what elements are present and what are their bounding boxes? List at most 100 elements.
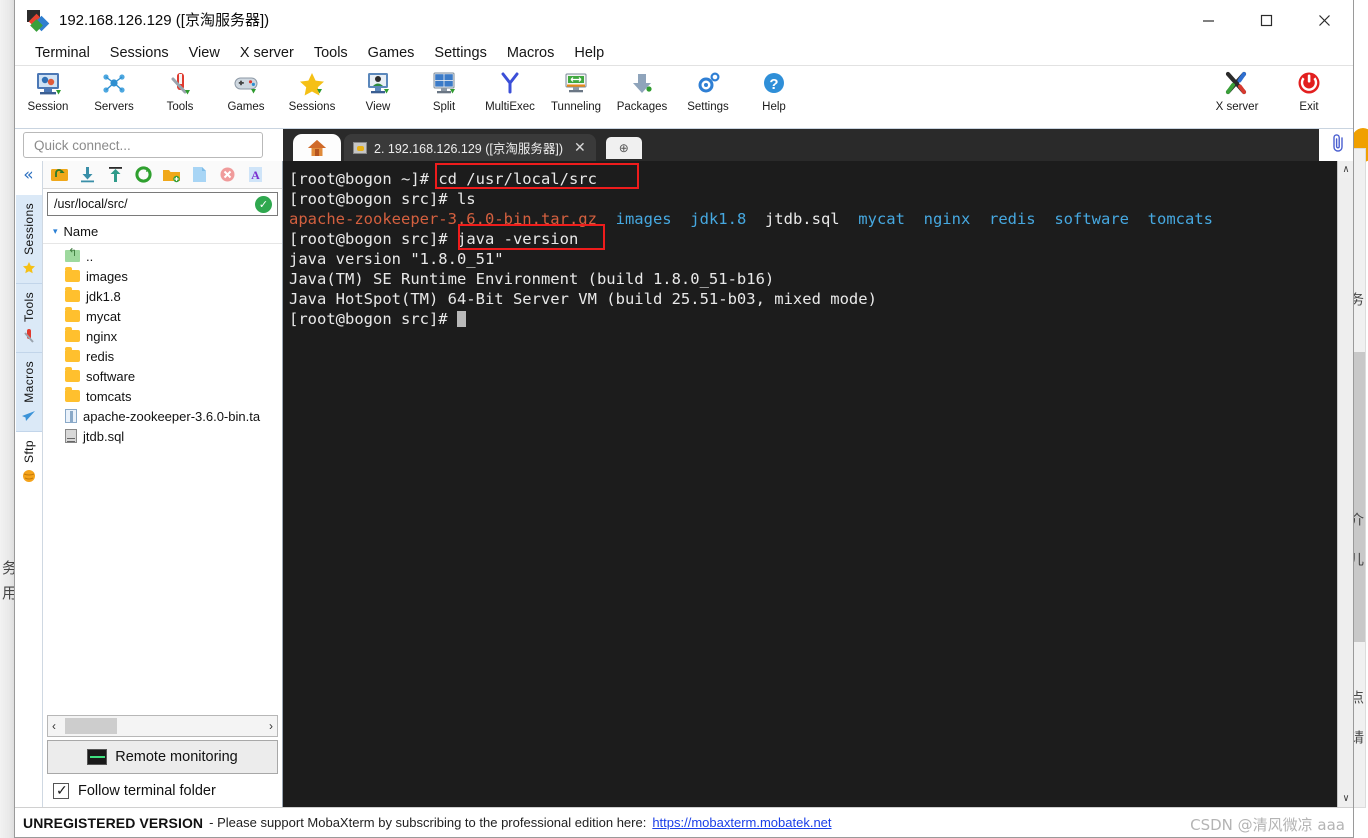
toolbar-multiexec[interactable]: MultiExec	[477, 69, 543, 127]
list-item[interactable]: jdk1.8	[43, 286, 282, 306]
vertical-tab-macros[interactable]: Macros	[15, 352, 42, 432]
globe-icon	[22, 469, 36, 485]
list-item[interactable]: tomcats	[43, 386, 282, 406]
follow-terminal-folder-checkbox[interactable]	[53, 782, 69, 799]
close-button[interactable]	[1295, 0, 1353, 40]
list-item[interactable]: apache-zookeeper-3.6.0-bin.ta	[43, 406, 282, 426]
refresh-icon[interactable]	[130, 163, 156, 187]
list-item[interactable]: mycat	[43, 306, 282, 326]
split-icon	[427, 69, 461, 99]
new-file-icon[interactable]	[186, 163, 212, 187]
menu-games[interactable]: Games	[358, 42, 425, 64]
menu-settings[interactable]: Settings	[424, 42, 496, 64]
list-item[interactable]: software	[43, 366, 282, 386]
menu-sessions[interactable]: Sessions	[100, 42, 179, 64]
remote-monitoring-label: Remote monitoring	[115, 749, 238, 765]
toolbar-settings[interactable]: Settings	[675, 69, 741, 127]
vertical-tab-macros-label: Macros	[21, 360, 36, 403]
archive-file-icon	[65, 409, 77, 423]
star-icon	[22, 261, 36, 277]
unregistered-badge: UNREGISTERED VERSION	[23, 814, 204, 831]
terminal-gap	[970, 210, 989, 228]
folder-icon	[65, 287, 80, 302]
toolbar: Session Servers Tools Games Sessions Vie…	[15, 66, 1353, 129]
toolbar-exit[interactable]: Exit	[1273, 69, 1345, 127]
follow-terminal-folder-label: Follow terminal folder	[78, 783, 216, 799]
home-tab[interactable]	[293, 134, 341, 161]
terminal-gap	[746, 210, 765, 228]
delete-icon[interactable]	[214, 163, 240, 187]
list-item[interactable]: jtdb.sql	[43, 426, 282, 446]
chevron-double-left-icon[interactable]: «	[23, 165, 33, 185]
scroll-left-icon[interactable]: ‹	[52, 719, 56, 733]
toolbar-games[interactable]: Games	[213, 69, 279, 127]
vertical-tab-tools[interactable]: Tools	[15, 283, 42, 353]
toolbar-tunneling[interactable]: Tunneling	[543, 69, 609, 127]
menu-terminal[interactable]: Terminal	[25, 42, 100, 64]
scroll-right-icon[interactable]: ›	[269, 719, 273, 733]
terminal-scrollbar[interactable]: ∧ ∨	[1337, 161, 1353, 807]
file-list-horizontal-scrollbar[interactable]: ‹ ›	[47, 715, 278, 737]
minimize-button[interactable]	[1179, 0, 1237, 40]
scroll-down-icon[interactable]: ∨	[1338, 790, 1353, 807]
terminal-dirname: redis	[988, 210, 1036, 228]
scroll-thumb[interactable]	[65, 718, 117, 734]
toolbar-sessions[interactable]: Sessions	[279, 69, 345, 127]
terminal-tab[interactable]: 2. 192.168.126.129 ([京淘服务器]) ✕	[344, 134, 596, 161]
terminal-line: Java(TM) SE Runtime Environment (build 1…	[289, 269, 1353, 289]
toolbar-session[interactable]: Session	[15, 69, 81, 127]
terminal-prompt: [root@bogon src]#	[289, 230, 457, 248]
quick-connect-input[interactable]: Quick connect...	[23, 132, 263, 158]
menu-macros[interactable]: Macros	[497, 42, 565, 64]
vertical-tab-sessions[interactable]: Sessions	[15, 195, 42, 284]
download-icon[interactable]	[74, 163, 100, 187]
list-item[interactable]: images	[43, 266, 282, 286]
new-tab-button[interactable]: ⊕	[605, 137, 642, 159]
go-up-icon[interactable]	[46, 163, 72, 187]
upload-icon[interactable]	[102, 163, 128, 187]
power-icon	[1292, 69, 1326, 99]
follow-terminal-folder-row[interactable]: Follow terminal folder	[43, 777, 282, 807]
maximize-button[interactable]	[1237, 0, 1295, 40]
menu-view[interactable]: View	[179, 42, 230, 64]
view-icon	[361, 69, 395, 99]
toolbar-packages[interactable]: Packages	[609, 69, 675, 127]
svg-text:A: A	[251, 168, 260, 182]
mobatek-link[interactable]: https://mobaxterm.mobatek.net	[652, 815, 831, 830]
window-controls	[1179, 0, 1353, 40]
terminal-output[interactable]: [root@bogon ~]# cd /usr/local/src [root@…	[283, 161, 1353, 807]
remote-monitoring-button[interactable]: Remote monitoring	[47, 740, 278, 774]
terminal-line: [root@bogon src]# ls	[289, 189, 1353, 209]
list-item[interactable]: ..	[43, 246, 282, 266]
column-header-name[interactable]: Name	[64, 224, 99, 239]
text-mode-icon[interactable]: A	[242, 163, 268, 187]
menu-help[interactable]: Help	[564, 42, 614, 64]
terminal-dirname: tomcats	[1147, 210, 1213, 228]
menu-x-server[interactable]: X server	[230, 42, 304, 64]
list-item[interactable]: redis	[43, 346, 282, 366]
tab-close-icon[interactable]: ✕	[574, 139, 586, 156]
toolbar-help[interactable]: ? Help	[741, 69, 807, 127]
menu-bar: Terminal Sessions View X server Tools Ga…	[15, 40, 1353, 66]
toolbar-split[interactable]: Split	[411, 69, 477, 127]
sftp-path-field[interactable]: /usr/local/src/ ✓	[47, 192, 278, 216]
toolbar-x-server[interactable]: X server	[1201, 69, 1273, 127]
terminal-gap	[1036, 210, 1055, 228]
file-list[interactable]: .. images jdk1.8 mycat nginx	[43, 244, 282, 713]
file-name: mycat	[86, 308, 121, 324]
key-icon	[353, 141, 367, 154]
new-folder-icon[interactable]	[158, 163, 184, 187]
connection-ok-icon: ✓	[255, 196, 272, 213]
toolbar-servers[interactable]: Servers	[81, 69, 147, 127]
toolbar-games-label: Games	[227, 101, 265, 113]
vertical-tab-sftp[interactable]: Sftp	[15, 431, 42, 491]
toolbar-view[interactable]: View	[345, 69, 411, 127]
list-item[interactable]: nginx	[43, 326, 282, 346]
toolbar-tools[interactable]: Tools	[147, 69, 213, 127]
paperclip-icon[interactable]	[1330, 133, 1347, 158]
file-name: ..	[86, 248, 94, 264]
menu-tools[interactable]: Tools	[304, 42, 358, 64]
scroll-up-icon[interactable]: ∧	[1338, 161, 1353, 178]
sort-caret-icon[interactable]: ▾	[53, 226, 58, 237]
toolbar-x-server-label: X server	[1215, 101, 1259, 113]
